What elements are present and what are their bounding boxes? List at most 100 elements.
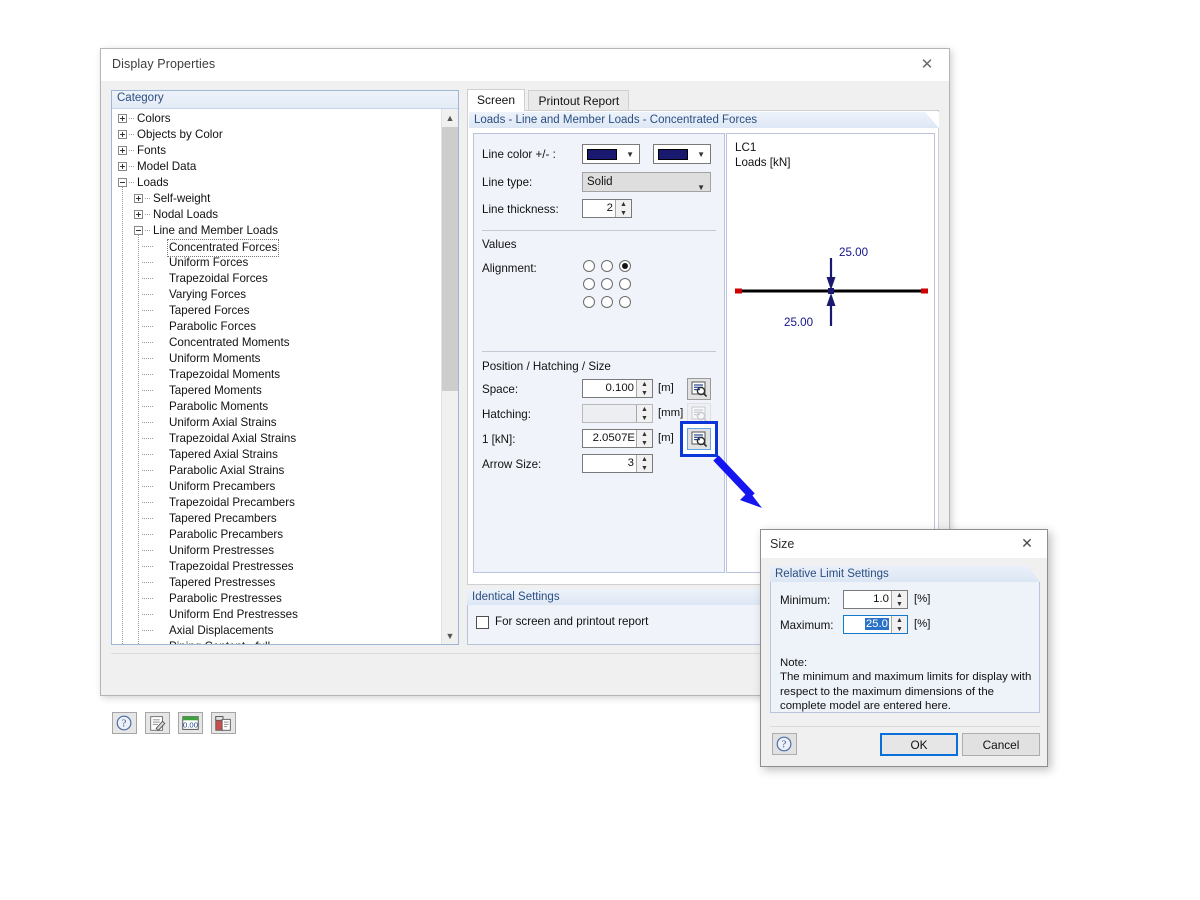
tree-item[interactable]: Colors <box>112 111 442 127</box>
space-spinner[interactable]: 0.100 ▲ ▼ <box>582 379 653 398</box>
tree-item[interactable]: Trapezoidal Precambers <box>112 495 442 511</box>
tree-item[interactable]: Tapered Precambers <box>112 511 442 527</box>
numeric-format-button[interactable]: 0.00 <box>178 712 203 734</box>
scrollbar-thumb[interactable] <box>442 127 458 391</box>
alignment-radio-2[interactable] <box>619 260 631 272</box>
tree-item[interactable]: Parabolic Forces <box>112 319 442 335</box>
close-icon[interactable]: ✕ <box>1007 530 1047 557</box>
tree-item[interactable]: Trapezoidal Prestresses <box>112 559 442 575</box>
spinner-up-icon[interactable]: ▲ <box>892 591 907 599</box>
tree-item[interactable]: Model Data <box>112 159 442 175</box>
scroll-up-icon[interactable]: ▲ <box>442 109 458 126</box>
tree-item[interactable]: Trapezoidal Forces <box>112 271 442 287</box>
ok-button[interactable]: OK <box>880 733 958 756</box>
scale-spinner[interactable]: 2.0507E ▲ ▼ <box>582 429 653 448</box>
tree-item[interactable]: Uniform End Prestresses <box>112 607 442 623</box>
tree-item[interactable]: Nodal Loads <box>112 207 442 223</box>
alignment-radio-1[interactable] <box>601 260 613 272</box>
tree-item[interactable]: Uniform Precambers <box>112 479 442 495</box>
collapse-icon[interactable] <box>118 178 127 187</box>
spinner-buttons[interactable]: ▲ ▼ <box>615 200 631 217</box>
cancel-button[interactable]: Cancel <box>962 733 1040 756</box>
tree-item[interactable]: Self-weight <box>112 191 442 207</box>
tree-item[interactable]: Loads <box>112 175 442 191</box>
copy-settings-button[interactable] <box>211 712 236 734</box>
line-color-plus-combo[interactable]: ▼ <box>582 144 640 164</box>
line-color-minus-combo[interactable]: ▼ <box>653 144 711 164</box>
tree-item[interactable]: Concentrated Moments <box>112 335 442 351</box>
spinner-buttons[interactable]: ▲ ▼ <box>636 430 652 447</box>
tree-item[interactable]: Concentrated Forces <box>112 239 442 257</box>
spinner-up-icon[interactable]: ▲ <box>637 455 652 463</box>
collapse-icon[interactable] <box>134 226 143 235</box>
tab-printout-report[interactable]: Printout Report <box>528 90 630 111</box>
tree-connector <box>142 518 154 519</box>
tree-item[interactable]: Trapezoidal Axial Strains <box>112 431 442 447</box>
tree-item[interactable]: Parabolic Prestresses <box>112 591 442 607</box>
category-tree-list[interactable]: Colors Objects by Color Fonts Model Data Loa… <box>112 109 458 644</box>
tree-item[interactable]: Parabolic Moments <box>112 399 442 415</box>
alignment-radio-7[interactable] <box>601 296 613 308</box>
line-thickness-spinner[interactable]: 2 ▲ ▼ <box>582 199 632 218</box>
expand-icon[interactable] <box>118 114 127 123</box>
tree-item[interactable]: Tapered Forces <box>112 303 442 319</box>
tree-item[interactable]: Varying Forces <box>112 287 442 303</box>
tree-item[interactable]: Line and Member Loads <box>112 223 442 239</box>
spinner-up-icon[interactable]: ▲ <box>637 380 652 388</box>
help-button[interactable]: ? <box>112 712 137 734</box>
scroll-down-icon[interactable]: ▼ <box>442 627 458 644</box>
tree-item[interactable]: Axial Displacements <box>112 623 442 639</box>
spinner-up-icon[interactable]: ▲ <box>892 616 907 624</box>
maximum-spinner[interactable]: 25.0 ▲ ▼ <box>843 615 908 634</box>
tree-item[interactable]: Objects by Color <box>112 127 442 143</box>
expand-icon[interactable] <box>134 194 143 203</box>
tree-item[interactable]: Uniform Prestresses <box>112 543 442 559</box>
edit-button[interactable] <box>145 712 170 734</box>
tree-item[interactable]: Uniform Forces <box>112 255 442 271</box>
tree-item[interactable]: Parabolic Axial Strains <box>112 463 442 479</box>
minimum-spinner[interactable]: 1.0 ▲ ▼ <box>843 590 908 609</box>
spinner-down-icon[interactable]: ▼ <box>616 209 631 217</box>
alignment-radio-8[interactable] <box>619 296 631 308</box>
size-help-button[interactable]: ? <box>772 733 797 755</box>
tree-item[interactable]: Tapered Axial Strains <box>112 447 442 463</box>
line-type-combo[interactable]: Solid ▼ <box>582 172 711 192</box>
expand-icon[interactable] <box>118 162 127 171</box>
tree-item[interactable]: Tapered Prestresses <box>112 575 442 591</box>
scale-detail-button[interactable] <box>687 428 711 450</box>
tree-item[interactable]: Piping Content - full <box>112 639 442 644</box>
spinner-up-icon[interactable]: ▲ <box>637 430 652 438</box>
tree-item[interactable]: Uniform Axial Strains <box>112 415 442 431</box>
space-detail-button[interactable] <box>687 378 711 400</box>
close-icon[interactable]: ✕ <box>905 49 949 80</box>
spinner-down-icon[interactable]: ▼ <box>892 600 907 608</box>
arrow-size-spinner[interactable]: 3 ▲ ▼ <box>582 454 653 473</box>
tree-item[interactable]: Uniform Moments <box>112 351 442 367</box>
spinner-buttons[interactable]: ▲ ▼ <box>891 591 907 608</box>
identical-settings-checkbox[interactable] <box>476 616 489 629</box>
spinner-buttons[interactable]: ▲ ▼ <box>636 380 652 397</box>
tree-item[interactable]: Tapered Moments <box>112 383 442 399</box>
alignment-radio-6[interactable] <box>583 296 595 308</box>
tree-item[interactable]: Fonts <box>112 143 442 159</box>
tree-item[interactable]: Trapezoidal Moments <box>112 367 442 383</box>
tab-screen[interactable]: Screen <box>467 89 526 111</box>
alignment-radio-4[interactable] <box>601 278 613 290</box>
spinner-up-icon[interactable]: ▲ <box>616 200 631 208</box>
spinner-buttons[interactable]: ▲ ▼ <box>891 616 907 633</box>
expand-icon[interactable] <box>134 210 143 219</box>
spinner-down-icon[interactable]: ▼ <box>637 439 652 447</box>
alignment-radio-0[interactable] <box>583 260 595 272</box>
spinner-down-icon[interactable]: ▼ <box>892 625 907 633</box>
tree-scrollbar[interactable]: ▲ ▼ <box>441 109 458 644</box>
tree-item-label: Uniform End Prestresses <box>169 608 298 621</box>
spinner-buttons[interactable]: ▲ ▼ <box>636 455 652 472</box>
spinner-down-icon[interactable]: ▼ <box>637 389 652 397</box>
tree-item-label: Tapered Prestresses <box>169 576 276 589</box>
alignment-radio-3[interactable] <box>583 278 595 290</box>
spinner-down-icon[interactable]: ▼ <box>637 464 652 472</box>
expand-icon[interactable] <box>118 130 127 139</box>
expand-icon[interactable] <box>118 146 127 155</box>
alignment-radio-5[interactable] <box>619 278 631 290</box>
tree-item[interactable]: Parabolic Precambers <box>112 527 442 543</box>
